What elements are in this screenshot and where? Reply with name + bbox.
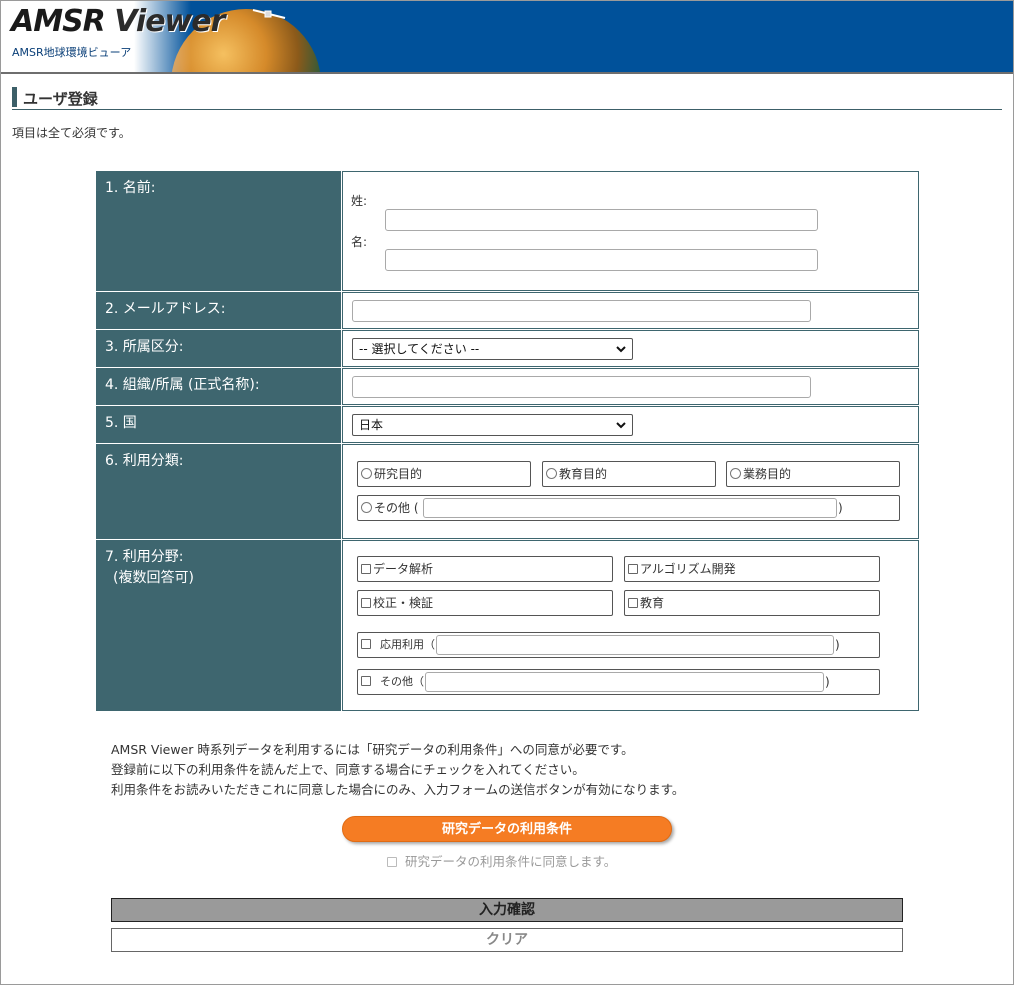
usage-field-applied[interactable]: 応用利用（ ) (357, 632, 880, 658)
agree-terms-checkbox[interactable]: 研究データの利用条件に同意します。 (387, 851, 616, 870)
checkbox-icon[interactable] (387, 857, 397, 867)
required-note: 項目は全て必須です。 (12, 126, 131, 140)
affiliation-type-label: 3. 所属区分: (96, 330, 341, 367)
form-row-organization: 4. 組織/所属 (正式名称): (96, 368, 919, 405)
page-title: ユーザ登録 (23, 90, 98, 108)
terms-notice: AMSR Viewer 時系列データを利用するには「研究データの利用条件」への同… (111, 742, 685, 797)
country-label: 5. 国 (96, 406, 341, 443)
radio-icon[interactable] (546, 468, 557, 479)
usage-type-option-other[interactable]: その他 ( ) (357, 495, 900, 521)
usage-type-option-education[interactable]: 教育目的 (542, 461, 716, 487)
form-row-country: 5. 国 日本 (96, 406, 919, 443)
header-divider (1, 72, 1013, 74)
form-row-affiliation-type: 3. 所属区分: -- 選択してください -- (96, 330, 919, 367)
country-select[interactable]: 日本 (352, 414, 633, 436)
radio-icon[interactable] (361, 502, 372, 513)
chevron-down-icon (616, 346, 626, 353)
checkbox-icon[interactable] (628, 564, 638, 574)
name-label: 1. 名前: (96, 171, 341, 291)
form-row-name: 1. 名前: 姓: 名: (96, 171, 919, 291)
usage-field-algorithm-dev[interactable]: アルゴリズム開発 (624, 556, 880, 582)
affiliation-type-select[interactable]: -- 選択してください -- (352, 338, 633, 360)
organization-label: 4. 組織/所属 (正式名称): (96, 368, 341, 405)
checkbox-icon[interactable] (628, 598, 638, 608)
confirm-input-button[interactable]: 入力確認 (111, 898, 903, 922)
first-name-input[interactable] (385, 249, 818, 271)
chevron-down-icon (616, 422, 626, 429)
radio-icon[interactable] (730, 468, 741, 479)
radio-icon[interactable] (361, 468, 372, 479)
form-row-email: 2. メールアドレス: (96, 292, 919, 329)
usage-type-other-input[interactable] (423, 498, 837, 518)
checkbox-icon[interactable] (361, 639, 371, 649)
usage-type-option-research[interactable]: 研究目的 (357, 461, 531, 487)
form-row-usage-type: 6. 利用分類: 研究目的 教育目的 業務目的 その他 ( ) (96, 444, 919, 539)
first-name-label: 名: (351, 235, 368, 249)
site-logo-subtitle: AMSR地球環境ビューア (12, 46, 132, 59)
last-name-input[interactable] (385, 209, 818, 231)
terms-of-use-button[interactable]: 研究データの利用条件 (342, 816, 672, 842)
form-row-usage-field: 7. 利用分野: (複数回答可) データ解析 アルゴリズム開発 校正・検証 教育… (96, 540, 919, 711)
usage-field-education[interactable]: 教育 (624, 590, 880, 616)
usage-field-label: 7. 利用分野: (複数回答可) (96, 540, 341, 711)
usage-type-option-business[interactable]: 業務目的 (726, 461, 900, 487)
email-label: 2. メールアドレス: (96, 292, 341, 329)
email-input[interactable] (352, 300, 811, 322)
usage-field-applied-input[interactable] (436, 635, 834, 655)
satellite-icon (252, 9, 286, 19)
page-title-section: ユーザ登録 (12, 86, 1002, 110)
organization-input[interactable] (352, 376, 811, 398)
usage-field-other[interactable]: その他（ ) (357, 669, 880, 695)
usage-field-calibration[interactable]: 校正・検証 (357, 590, 613, 616)
site-header: AMSR Viewer AMSR地球環境ビューア (1, 1, 1013, 72)
last-name-label: 姓: (351, 194, 368, 208)
usage-type-label: 6. 利用分類: (96, 444, 341, 539)
site-logo[interactable]: AMSR Viewer (11, 4, 225, 39)
checkbox-icon[interactable] (361, 564, 371, 574)
checkbox-icon[interactable] (361, 598, 371, 608)
checkbox-icon[interactable] (361, 676, 371, 686)
clear-button[interactable]: クリア (111, 928, 903, 952)
usage-field-data-analysis[interactable]: データ解析 (357, 556, 613, 582)
usage-field-other-input[interactable] (425, 672, 824, 692)
